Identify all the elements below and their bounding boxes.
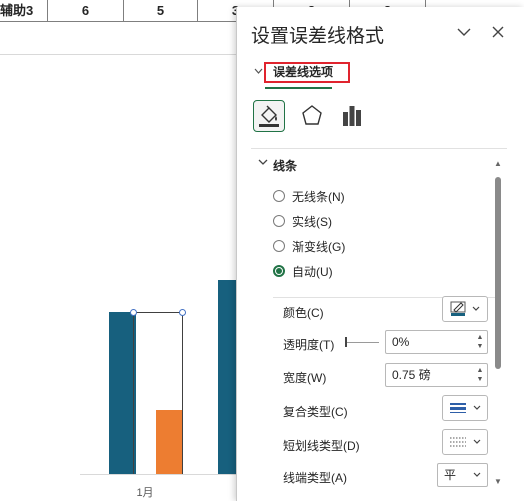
radio-label: 无线条(N) xyxy=(292,189,345,204)
cap-type-label: 线端类型(A) xyxy=(283,471,347,485)
transparency-input[interactable]: 0% ▲ ▼ xyxy=(385,330,488,354)
scroll-thumb[interactable] xyxy=(495,177,501,369)
error-bar-options-icon[interactable] xyxy=(337,100,369,132)
radio-button[interactable] xyxy=(273,240,285,252)
radio-solid-line[interactable]: 实线(S) xyxy=(273,212,332,230)
tab-chevron-icon[interactable] xyxy=(254,67,263,79)
dark-bar[interactable] xyxy=(109,312,136,474)
radio-gradient-line[interactable]: 渐变线(G) xyxy=(273,237,345,255)
sheet-cell[interactable]: 6 xyxy=(48,0,124,22)
radio-label: 实线(S) xyxy=(292,214,332,229)
color-label: 颜色(C) xyxy=(283,306,324,320)
cap-type-select[interactable]: 平 xyxy=(437,463,488,487)
error-bar-selection[interactable] xyxy=(133,312,183,474)
close-icon[interactable] xyxy=(487,21,509,43)
divider xyxy=(251,148,507,149)
transparency-slider[interactable] xyxy=(347,342,379,343)
radio-automatic[interactable]: 自动(U) xyxy=(273,262,333,280)
chevron-down-icon xyxy=(473,464,481,486)
selection-handle[interactable] xyxy=(130,309,137,316)
spinner-icon[interactable]: ▲ ▼ xyxy=(475,366,485,384)
spinner-icon[interactable]: ▲ ▼ xyxy=(475,333,485,351)
chevron-down-icon xyxy=(473,403,481,413)
fill-line-icon[interactable] xyxy=(253,100,285,132)
radio-label: 自动(U) xyxy=(292,264,333,279)
dash-lines-icon xyxy=(450,437,466,447)
radio-button[interactable] xyxy=(273,190,285,202)
radio-button[interactable] xyxy=(273,215,285,227)
dash-type-dropdown[interactable] xyxy=(442,429,488,455)
scroll-down-icon[interactable]: ▼ xyxy=(494,477,502,486)
width-label: 宽度(W) xyxy=(283,371,327,385)
radio-button-checked[interactable] xyxy=(273,265,285,277)
section-title-line[interactable]: 线条 xyxy=(273,157,297,174)
x-axis-line xyxy=(80,474,240,475)
compound-lines-icon xyxy=(450,403,466,413)
transparency-label: 透明度(T) xyxy=(283,338,335,352)
radio-label: 渐变线(G) xyxy=(292,239,346,254)
tab-error-bar-options[interactable]: 误差线选项 xyxy=(264,62,350,83)
compound-type-dropdown[interactable] xyxy=(442,395,488,421)
cap-type-value: 平 xyxy=(444,468,457,482)
section-collapse-icon[interactable] xyxy=(258,156,268,171)
pen-color-icon xyxy=(450,301,466,316)
width-input[interactable]: 0.75 磅 ▲ ▼ xyxy=(385,363,488,387)
x-axis-label: 1月 xyxy=(136,487,154,499)
chevron-down-icon[interactable] xyxy=(453,21,475,43)
transparency-value: 0% xyxy=(392,335,410,349)
pane-scrollbar[interactable]: ▲ ▼ xyxy=(493,159,503,489)
chevron-down-icon xyxy=(473,437,481,447)
width-value: 0.75 磅 xyxy=(392,368,431,382)
selection-handle[interactable] xyxy=(179,309,186,316)
dash-type-label: 短划线类型(D) xyxy=(283,439,360,453)
radio-no-line[interactable]: 无线条(N) xyxy=(273,187,345,205)
compound-type-label: 复合类型(C) xyxy=(283,405,348,419)
scroll-up-icon[interactable]: ▲ xyxy=(494,159,502,168)
sheet-cell[interactable]: 5 xyxy=(124,0,198,22)
effects-icon[interactable] xyxy=(297,100,329,132)
color-dropdown[interactable] xyxy=(442,296,488,322)
dark-bar[interactable] xyxy=(218,280,238,474)
format-error-bars-pane: 设置误差线格式 误差线选项 线条 无线条(N) 实线(S) 渐变线(G) 自动(… xyxy=(236,7,524,501)
row-label-cell[interactable]: 辅助3 xyxy=(0,0,48,22)
chevron-down-icon xyxy=(472,304,480,314)
pane-title: 设置误差线格式 xyxy=(251,26,385,47)
tab-underline xyxy=(265,87,332,89)
